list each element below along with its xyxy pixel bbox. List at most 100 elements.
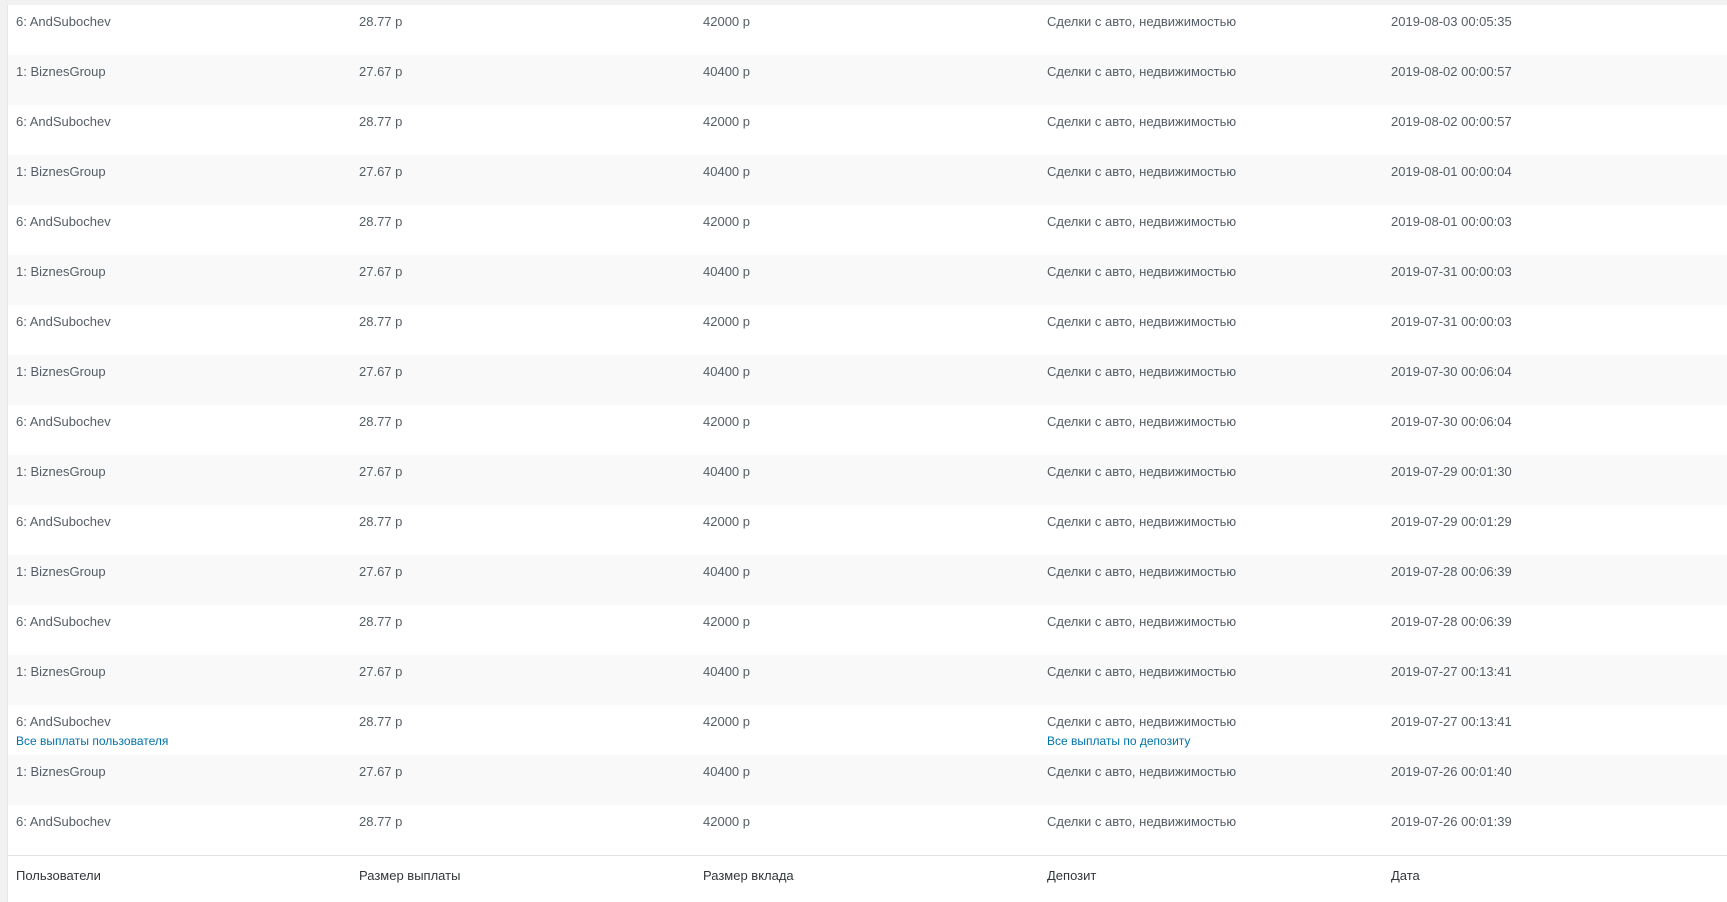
amount-cell: 42000 р: [703, 714, 750, 729]
deposit-cell: Сделки с авто, недвижимостью Все выплаты…: [1047, 714, 1236, 749]
deposit-cell: Сделки с авто, недвижимостью: [1047, 64, 1237, 79]
user-cell: 1: BiznesGroup: [16, 464, 106, 479]
user-cell: 6: AndSubochev: [16, 614, 111, 629]
amount-cell: 42000 р: [703, 14, 750, 29]
date-cell: 2019-08-03 00:05:35: [1391, 14, 1512, 29]
date-cell: 2019-07-28 00:06:39: [1391, 614, 1512, 629]
payout-cell: 28.77 р: [359, 214, 403, 229]
amount-cell: 42000 р: [703, 114, 750, 129]
deposit-cell: Сделки с авто, недвижимостью: [1047, 14, 1237, 29]
all-user-payouts-link[interactable]: Все выплаты пользователя: [16, 733, 168, 749]
payout-cell: 28.77 р: [359, 714, 403, 729]
user-cell: 6: AndSubochev: [16, 414, 111, 429]
deposit-cell: Сделки с авто, недвижимостью: [1047, 214, 1237, 229]
user-cell: 1: BiznesGroup: [16, 264, 106, 279]
table-row: 1: BiznesGroup 27.67 р 40400 р Сделки с …: [8, 555, 1727, 605]
user-cell: 6: AndSubochev: [16, 514, 111, 529]
date-cell: 2019-07-29 00:01:30: [1391, 464, 1512, 479]
column-header-date[interactable]: Дата: [1391, 868, 1420, 884]
amount-cell: 42000 р: [703, 614, 750, 629]
user-cell: 1: BiznesGroup: [16, 664, 106, 679]
payout-cell: 27.67 р: [359, 64, 403, 79]
payout-cell: 28.77 р: [359, 814, 403, 829]
date-cell: 2019-07-29 00:01:29: [1391, 514, 1512, 529]
deposit-cell: Сделки с авто, недвижимостью: [1047, 114, 1237, 129]
amount-cell: 42000 р: [703, 814, 750, 829]
user-cell: 6: AndSubochev: [16, 214, 111, 229]
column-header-deposit[interactable]: Депозит: [1047, 868, 1096, 884]
user-cell: 1: BiznesGroup: [16, 564, 106, 579]
amount-cell: 42000 р: [703, 414, 750, 429]
deposit-cell: Сделки с авто, недвижимостью: [1047, 414, 1237, 429]
date-cell: 2019-07-28 00:06:39: [1391, 564, 1512, 579]
user-cell: 1: BiznesGroup: [16, 164, 106, 179]
amount-cell: 40400 р: [703, 364, 750, 379]
payout-cell: 27.67 р: [359, 264, 403, 279]
payout-cell: 27.67 р: [359, 764, 403, 779]
table-row: 6: AndSubochev 28.77 р 42000 р Сделки с …: [8, 505, 1727, 555]
deposit-cell: Сделки с авто, недвижимостью: [1047, 264, 1237, 279]
date-cell: 2019-08-02 00:00:57: [1391, 64, 1512, 79]
payout-cell: 28.77 р: [359, 614, 403, 629]
payout-cell: 27.67 р: [359, 664, 403, 679]
deposit-name: Сделки с авто, недвижимостью: [1047, 714, 1237, 729]
user-cell: 6: AndSubochev: [16, 14, 111, 29]
table-row: 6: AndSubochev 28.77 р 42000 р Сделки с …: [8, 305, 1727, 355]
table-row: 1: BiznesGroup 27.67 р 40400 р Сделки с …: [8, 655, 1727, 705]
payout-cell: 28.77 р: [359, 514, 403, 529]
column-header-payout[interactable]: Размер выплаты: [359, 868, 460, 884]
date-cell: 2019-07-31 00:00:03: [1391, 314, 1512, 329]
user-name: 6: AndSubochev: [16, 714, 111, 729]
date-cell: 2019-07-27 00:13:41: [1391, 714, 1512, 729]
amount-cell: 42000 р: [703, 314, 750, 329]
column-header-amount[interactable]: Размер вклада: [703, 868, 794, 884]
amount-cell: 40400 р: [703, 264, 750, 279]
table-row: 1: BiznesGroup 27.67 р 40400 р Сделки с …: [8, 755, 1727, 805]
date-cell: 2019-07-26 00:01:40: [1391, 764, 1512, 779]
payout-cell: 28.77 р: [359, 414, 403, 429]
deposit-cell: Сделки с авто, недвижимостью: [1047, 764, 1237, 779]
date-cell: 2019-07-30 00:06:04: [1391, 364, 1512, 379]
payout-cell: 27.67 р: [359, 364, 403, 379]
amount-cell: 42000 р: [703, 214, 750, 229]
amount-cell: 42000 р: [703, 514, 750, 529]
amount-cell: 40400 р: [703, 464, 750, 479]
date-cell: 2019-08-01 00:00:04: [1391, 164, 1512, 179]
date-cell: 2019-08-01 00:00:03: [1391, 214, 1512, 229]
date-cell: 2019-07-31 00:00:03: [1391, 264, 1512, 279]
table-row: 1: BiznesGroup 27.67 р 40400 р Сделки с …: [8, 255, 1727, 305]
user-cell: 1: BiznesGroup: [16, 364, 106, 379]
table-row: 6: AndSubochev 28.77 р 42000 р Сделки с …: [8, 5, 1727, 55]
deposit-cell: Сделки с авто, недвижимостью: [1047, 564, 1237, 579]
user-cell: 6: AndSubochev Все выплаты пользователя: [16, 714, 168, 749]
deposit-cell: Сделки с авто, недвижимостью: [1047, 514, 1237, 529]
table-row: 6: AndSubochev 28.77 р 42000 р Сделки с …: [8, 105, 1727, 155]
deposit-cell: Сделки с авто, недвижимостью: [1047, 364, 1237, 379]
payout-cell: 28.77 р: [359, 114, 403, 129]
deposit-cell: Сделки с авто, недвижимостью: [1047, 314, 1237, 329]
amount-cell: 40400 р: [703, 664, 750, 679]
table-row: 6: AndSubochev 28.77 р 42000 р Сделки с …: [8, 605, 1727, 655]
user-cell: 1: BiznesGroup: [16, 764, 106, 779]
amount-cell: 40400 р: [703, 164, 750, 179]
user-cell: 6: AndSubochev: [16, 114, 111, 129]
deposit-cell: Сделки с авто, недвижимостью: [1047, 664, 1237, 679]
table-row: 1: BiznesGroup 27.67 р 40400 р Сделки с …: [8, 455, 1727, 505]
payout-cell: 28.77 р: [359, 314, 403, 329]
table-row: 1: BiznesGroup 27.67 р 40400 р Сделки с …: [8, 355, 1727, 405]
deposit-cell: Сделки с авто, недвижимостью: [1047, 164, 1237, 179]
amount-cell: 40400 р: [703, 564, 750, 579]
table-row: 6: AndSubochev 28.77 р 42000 р Сделки с …: [8, 205, 1727, 255]
date-cell: 2019-07-30 00:06:04: [1391, 414, 1512, 429]
amount-cell: 40400 р: [703, 764, 750, 779]
payout-cell: 28.77 р: [359, 14, 403, 29]
payout-cell: 27.67 р: [359, 464, 403, 479]
table-row: 1: BiznesGroup 27.67 р 40400 р Сделки с …: [8, 55, 1727, 105]
table-row: 6: AndSubochev 28.77 р 42000 р Сделки с …: [8, 405, 1727, 455]
user-cell: 1: BiznesGroup: [16, 64, 106, 79]
date-cell: 2019-08-02 00:00:57: [1391, 114, 1512, 129]
payout-cell: 27.67 р: [359, 564, 403, 579]
all-deposit-payouts-link[interactable]: Все выплаты по депозиту: [1047, 733, 1236, 749]
column-header-users[interactable]: Пользователи: [16, 868, 101, 884]
table-row: 6: AndSubochev 28.77 р 42000 р Сделки с …: [8, 805, 1727, 855]
